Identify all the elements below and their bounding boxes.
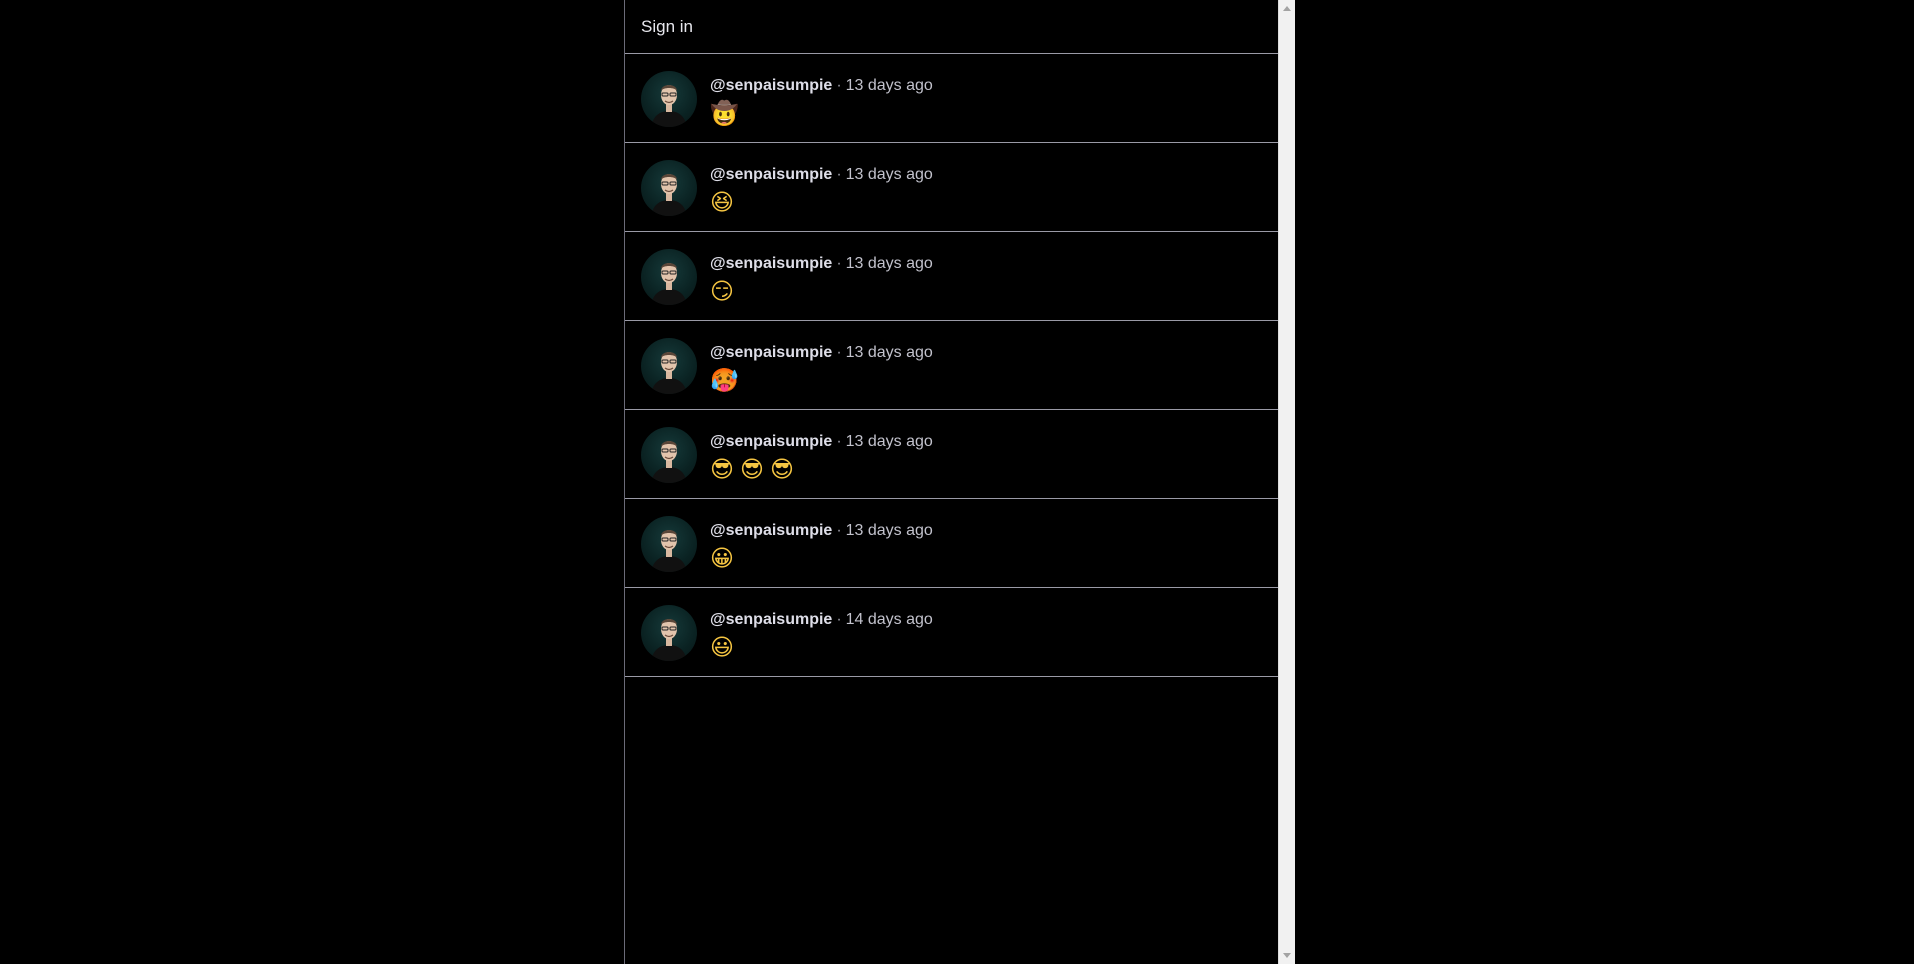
meta-separator: · xyxy=(836,344,842,361)
post-timestamp[interactable]: 13 days ago xyxy=(846,77,933,94)
post-meta: @senpaisumpie · 13 days ago xyxy=(710,254,933,274)
post-author[interactable]: @senpaisumpie xyxy=(710,611,832,628)
post-item[interactable]: @senpaisumpie · 13 days ago 😆 xyxy=(625,143,1278,232)
post-author[interactable]: @senpaisumpie xyxy=(710,522,832,539)
meta-separator: · xyxy=(836,255,842,272)
page: Sign in @senpaisumpie · 13 days ago 🤠 @s… xyxy=(0,0,1914,964)
post-timestamp[interactable]: 13 days ago xyxy=(846,166,933,183)
avatar[interactable] xyxy=(641,605,697,661)
post-meta: @senpaisumpie · 14 days ago xyxy=(710,610,933,630)
post-meta: @senpaisumpie · 13 days ago xyxy=(710,521,933,541)
meta-separator: · xyxy=(836,166,842,183)
avatar[interactable] xyxy=(641,249,697,305)
meta-separator: · xyxy=(836,522,842,539)
post-timestamp[interactable]: 14 days ago xyxy=(846,611,933,628)
post-feed: @senpaisumpie · 13 days ago 🤠 @senpaisum… xyxy=(625,54,1278,677)
post-author[interactable]: @senpaisumpie xyxy=(710,344,832,361)
user-avatar-icon xyxy=(651,530,687,572)
post-content: 🥵 xyxy=(710,368,745,394)
post-body: @senpaisumpie · 13 days ago 🤠 xyxy=(710,71,933,128)
top-bar: Sign in xyxy=(625,0,1278,54)
avatar[interactable] xyxy=(641,427,697,483)
post-meta: @senpaisumpie · 13 days ago xyxy=(710,343,933,363)
post-meta: @senpaisumpie · 13 days ago xyxy=(710,76,933,96)
post-timestamp[interactable]: 13 days ago xyxy=(846,433,933,450)
post-item[interactable]: @senpaisumpie · 14 days ago 😃 xyxy=(625,588,1278,677)
post-author[interactable]: @senpaisumpie xyxy=(710,433,832,450)
post-item[interactable]: @senpaisumpie · 13 days ago 🤠 xyxy=(625,54,1278,143)
user-avatar-icon xyxy=(651,441,687,483)
post-content: 😎😎😎 xyxy=(710,457,800,483)
feed-column: Sign in @senpaisumpie · 13 days ago 🤠 @s… xyxy=(624,0,1278,964)
post-timestamp[interactable]: 13 days ago xyxy=(846,255,933,272)
avatar[interactable] xyxy=(641,516,697,572)
post-author[interactable]: @senpaisumpie xyxy=(710,166,832,183)
post-content: 😏 xyxy=(710,279,740,305)
avatar[interactable] xyxy=(641,71,697,127)
post-body: @senpaisumpie · 13 days ago 😎😎😎 xyxy=(710,427,933,484)
post-body: @senpaisumpie · 13 days ago 🥵 xyxy=(710,338,933,395)
meta-separator: · xyxy=(836,611,842,628)
post-content: 🤠 xyxy=(710,101,745,127)
post-body: @senpaisumpie · 13 days ago 😏 xyxy=(710,249,933,306)
scroll-up-button[interactable] xyxy=(1279,0,1295,17)
post-meta: @senpaisumpie · 13 days ago xyxy=(710,165,933,185)
post-content: 😆 xyxy=(710,190,740,216)
post-content: 😃 xyxy=(710,635,740,661)
post-item[interactable]: @senpaisumpie · 13 days ago 😀 xyxy=(625,499,1278,588)
post-timestamp[interactable]: 13 days ago xyxy=(846,522,933,539)
user-avatar-icon xyxy=(651,352,687,394)
meta-separator: · xyxy=(836,77,842,94)
scroll-down-button[interactable] xyxy=(1279,947,1295,964)
post-content: 😀 xyxy=(710,546,740,572)
post-author[interactable]: @senpaisumpie xyxy=(710,255,832,272)
post-item[interactable]: @senpaisumpie · 13 days ago 😏 xyxy=(625,232,1278,321)
user-avatar-icon xyxy=(651,619,687,661)
user-avatar-icon xyxy=(651,85,687,127)
post-item[interactable]: @senpaisumpie · 13 days ago 😎😎😎 xyxy=(625,410,1278,499)
chevron-up-icon xyxy=(1283,6,1291,11)
post-body: @senpaisumpie · 13 days ago 😀 xyxy=(710,516,933,573)
post-timestamp[interactable]: 13 days ago xyxy=(846,344,933,361)
meta-separator: · xyxy=(836,433,842,450)
post-meta: @senpaisumpie · 13 days ago xyxy=(710,432,933,452)
avatar[interactable] xyxy=(641,338,697,394)
chevron-down-icon xyxy=(1283,953,1291,958)
post-body: @senpaisumpie · 13 days ago 😆 xyxy=(710,160,933,217)
post-body: @senpaisumpie · 14 days ago 😃 xyxy=(710,605,933,662)
post-author[interactable]: @senpaisumpie xyxy=(710,77,832,94)
post-item[interactable]: @senpaisumpie · 13 days ago 🥵 xyxy=(625,321,1278,410)
user-avatar-icon xyxy=(651,263,687,305)
sign-in-link[interactable]: Sign in xyxy=(641,17,693,37)
vertical-scrollbar[interactable] xyxy=(1278,0,1295,964)
user-avatar-icon xyxy=(651,174,687,216)
avatar[interactable] xyxy=(641,160,697,216)
